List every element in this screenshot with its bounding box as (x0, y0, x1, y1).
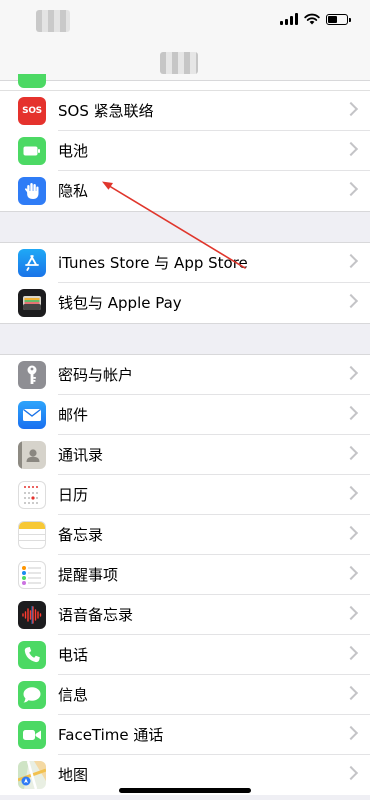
row-voice-memos[interactable]: 语音备忘录 (0, 595, 370, 635)
settings-group-3: 密码与帐户 邮件 通讯录 日历 备忘录 提醒事项 语音备忘录 电话 信息 Fac… (0, 355, 370, 795)
chevron-right-icon (343, 645, 359, 661)
wifi-icon (304, 13, 320, 25)
mail-icon (18, 401, 46, 429)
row-notes-label: 备忘录 (58, 526, 104, 544)
row-reminders[interactable]: 提醒事项 (0, 555, 370, 595)
sos-icon: SOS (18, 97, 46, 125)
chevron-right-icon (343, 101, 359, 117)
row-contacts-label: 通讯录 (58, 446, 104, 464)
reminders-icon (18, 561, 46, 589)
contacts-icon (18, 441, 46, 469)
row-privacy-label: 隐私 (58, 182, 89, 200)
row-sos[interactable]: SOS SOS 紧急联络 (0, 91, 370, 131)
phone-icon (18, 641, 46, 669)
row-voice-memos-label: 语音备忘录 (58, 606, 134, 624)
row-mail-label: 邮件 (58, 406, 89, 424)
row-calendar-label: 日历 (58, 486, 89, 504)
row-messages[interactable]: 信息 (0, 675, 370, 715)
nav-title-blurred (160, 52, 198, 74)
hand-icon (18, 177, 46, 205)
chevron-right-icon (343, 293, 359, 309)
group-spacer (0, 211, 370, 243)
row-passwords[interactable]: 密码与帐户 (0, 355, 370, 395)
sos-icon-text: SOS (22, 106, 42, 116)
chevron-right-icon (343, 685, 359, 701)
settings-group-2: iTunes Store 与 App Store 钱包与 Apple Pay (0, 243, 370, 323)
status-bar (0, 0, 370, 44)
chevron-right-icon (343, 485, 359, 501)
row-phone-label: 电话 (58, 646, 89, 664)
status-time-blurred (36, 10, 70, 32)
battery-level-fill (328, 15, 337, 23)
settings-list: SOS SOS 紧急联络 电池 隐私 iTunes Store 与 App St… (0, 74, 370, 795)
row-sos-label: SOS 紧急联络 (58, 102, 154, 120)
status-icons (280, 13, 351, 25)
row-wallet[interactable]: 钱包与 Apple Pay (0, 283, 370, 323)
row-facetime-label: FaceTime 通话 (58, 726, 164, 744)
row-itunes-app-store[interactable]: iTunes Store 与 App Store (0, 243, 370, 283)
row-phone[interactable]: 电话 (0, 635, 370, 675)
settings-group-1: SOS SOS 紧急联络 电池 隐私 (0, 74, 370, 211)
battery-icon (326, 13, 351, 25)
row-privacy[interactable]: 隐私 (0, 171, 370, 211)
row-facetime[interactable]: FaceTime 通话 (0, 715, 370, 755)
key-icon (18, 361, 46, 389)
chevron-right-icon (343, 365, 359, 381)
row-battery-label: 电池 (58, 142, 89, 160)
chevron-right-icon (343, 525, 359, 541)
chevron-right-icon (343, 725, 359, 741)
chevron-right-icon (343, 445, 359, 461)
row-calendar[interactable]: 日历 (0, 475, 370, 515)
group-spacer (0, 323, 370, 355)
calendar-icon (18, 481, 46, 509)
chevron-right-icon (343, 181, 359, 197)
battery-settings-icon (18, 137, 46, 165)
row-mail[interactable]: 邮件 (0, 395, 370, 435)
home-indicator[interactable] (119, 788, 251, 793)
wallet-icon (18, 289, 46, 317)
previous-row-partial[interactable] (0, 74, 370, 91)
row-passwords-label: 密码与帐户 (58, 366, 134, 384)
row-notes[interactable]: 备忘录 (0, 515, 370, 555)
row-wallet-label: 钱包与 Apple Pay (58, 294, 182, 312)
maps-icon (18, 761, 46, 789)
row-reminders-label: 提醒事项 (58, 566, 119, 584)
messages-icon (18, 681, 46, 709)
voice-memos-icon (18, 601, 46, 629)
navigation-bar (0, 44, 370, 81)
signal-icon (280, 13, 298, 25)
chevron-right-icon (343, 605, 359, 621)
row-maps-label: 地图 (58, 766, 89, 784)
notes-icon (18, 521, 46, 549)
facetime-icon (18, 721, 46, 749)
row-itunes-app-store-label: iTunes Store 与 App Store (58, 254, 248, 272)
chevron-right-icon (343, 405, 359, 421)
row-battery[interactable]: 电池 (0, 131, 370, 171)
chevron-right-icon (343, 565, 359, 581)
row-contacts[interactable]: 通讯录 (0, 435, 370, 475)
app-store-icon (18, 249, 46, 277)
row-messages-label: 信息 (58, 686, 89, 704)
partial-app-icon (18, 74, 46, 88)
chevron-right-icon (343, 253, 359, 269)
chevron-right-icon (343, 141, 359, 157)
chevron-right-icon (343, 765, 359, 781)
